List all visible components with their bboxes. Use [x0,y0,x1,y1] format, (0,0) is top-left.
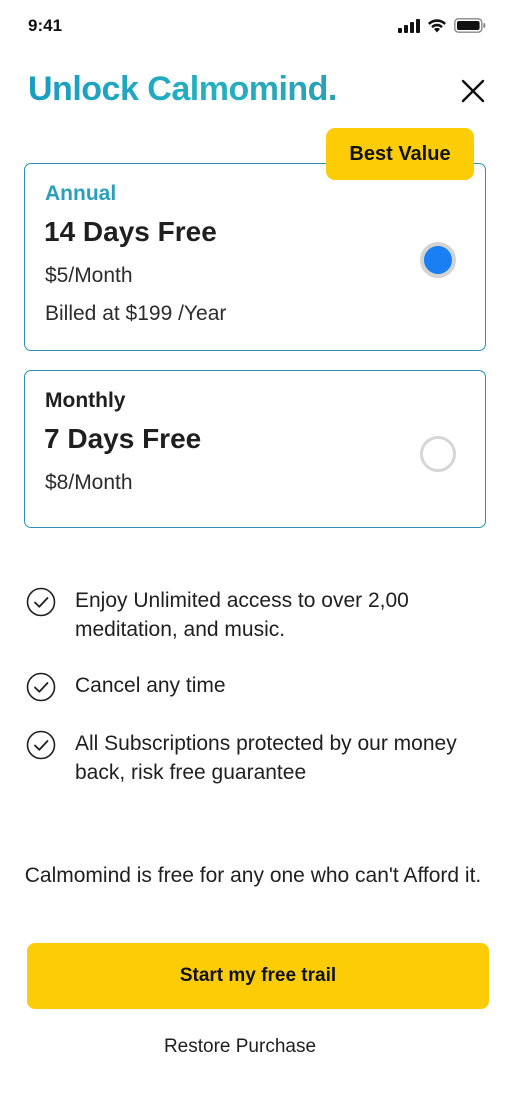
feature-item: Cancel any time [26,672,486,704]
feature-text: Enjoy Unlimited access to over 2,00 medi… [75,589,409,641]
plan-name: Annual [45,182,117,205]
radio-annual-selected[interactable] [420,242,456,278]
feature-text: All Subscriptions protected by our money… [75,732,457,784]
battery-icon [454,18,486,33]
best-value-badge: Best Value [326,128,474,180]
page-title: Unlock Calmomind. [28,70,337,108]
feature-text: Cancel any time [75,674,226,697]
plan-billed-amount: Billed at $199 /Year [45,302,227,325]
free-access-note: Calmomind is free for any one who can't … [24,864,482,887]
plan-trial: 7 Days Free [44,423,202,454]
radio-monthly[interactable] [420,436,456,472]
close-button[interactable] [456,76,490,110]
close-icon [461,79,485,103]
wifi-icon [428,19,446,33]
status-icons [398,18,486,33]
plan-price: $8/Month [45,471,133,494]
plan-card-monthly[interactable]: Monthly 7 Days Free $8/Month [24,370,486,528]
plan-trial: 14 Days Free [44,216,217,247]
plan-name: Monthly [45,389,126,412]
check-circle-icon [26,587,56,617]
check-circle-icon [26,672,56,702]
start-free-trial-button[interactable]: Start my free trail [27,943,489,1009]
check-circle-icon [26,730,56,760]
status-bar: 9:41 [0,0,512,54]
feature-item: Enjoy Unlimited access to over 2,00 medi… [26,587,486,647]
plan-card-annual[interactable]: Annual 14 Days Free $5/Month Billed at $… [24,163,486,351]
feature-item: All Subscriptions protected by our money… [26,730,486,790]
restore-purchase-link[interactable]: Restore Purchase [0,1036,480,1058]
cellular-signal-icon [398,18,420,33]
plan-price: $5/Month [45,264,133,287]
status-time: 9:41 [28,16,63,35]
